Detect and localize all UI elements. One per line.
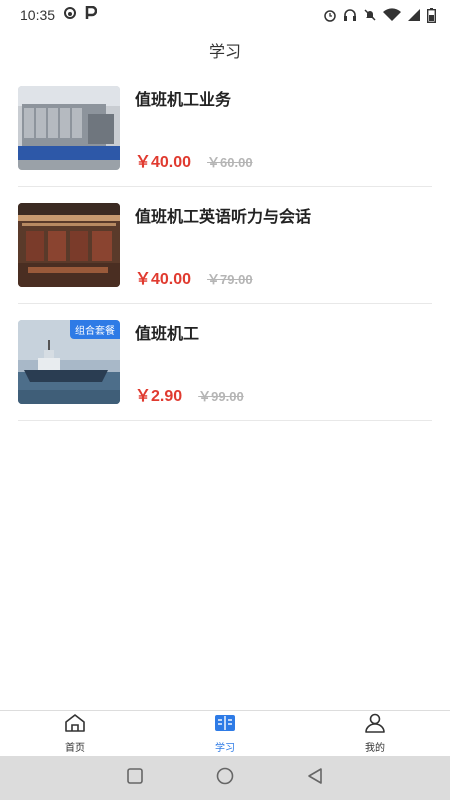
- course-title: 值班机工英语听力与会话: [135, 207, 312, 226]
- original-price: ￥60.00: [207, 155, 253, 170]
- price-row: ￥2.90 ￥99.00: [135, 382, 244, 406]
- page-title: 学习: [208, 42, 241, 61]
- course-item[interactable]: 值班机工英语听力与会话 ￥40.00 ￥79.00: [18, 187, 432, 304]
- wifi-icon: [383, 8, 401, 22]
- original-price: ￥79.00: [207, 272, 253, 287]
- course-item[interactable]: 值班机工业务 ￥40.00 ￥60.00: [18, 70, 432, 187]
- home-button[interactable]: [215, 766, 235, 790]
- recents-button[interactable]: [126, 767, 144, 789]
- tab-label: 我的: [365, 743, 385, 754]
- mute-icon: [363, 8, 377, 22]
- price-row: ￥40.00 ￥60.00: [135, 148, 253, 172]
- course-list: 值班机工业务 ￥40.00 ￥60.00 值班机工英语听力与会话 ￥40.00 …: [18, 70, 432, 421]
- current-price: ￥40.00: [135, 271, 192, 288]
- title-bar: 学习: [0, 30, 450, 70]
- tab-profile[interactable]: 我的: [300, 711, 450, 756]
- course-title: 值班机工业务: [135, 90, 232, 109]
- current-price: ￥40.00: [135, 154, 192, 171]
- tab-home[interactable]: 首页: [0, 711, 150, 756]
- screen: 10:35 学习 值班机工业务 ￥40.00 ￥60.00 值班机工英语听力与会…: [0, 0, 450, 800]
- course-title: 值班机工: [135, 324, 200, 343]
- home-icon: [64, 713, 86, 737]
- parking-icon: [85, 5, 98, 24]
- tab-study[interactable]: 学习: [150, 711, 300, 756]
- status-time: 10:35: [20, 7, 56, 23]
- book-icon: [214, 713, 236, 737]
- course-thumbnail-engine[interactable]: [18, 86, 120, 170]
- course-thumbnail-ship[interactable]: 组合套餐: [18, 320, 120, 404]
- tab-label: 首页: [65, 743, 85, 754]
- weibo-icon: [63, 6, 77, 24]
- course-thumbnail-engine-room[interactable]: [18, 203, 120, 287]
- alarm-icon: [323, 8, 337, 22]
- bottom-tab-bar: 首页 学习 我的: [0, 710, 450, 756]
- price-row: ￥40.00 ￥79.00: [135, 265, 253, 289]
- back-button[interactable]: [306, 767, 324, 789]
- system-nav-bar: [0, 756, 450, 800]
- user-icon: [364, 713, 386, 737]
- course-item[interactable]: 组合套餐 值班机工 ￥2.90 ￥99.00: [18, 304, 432, 421]
- tab-label: 学习: [215, 743, 235, 754]
- status-bar: 10:35: [0, 0, 450, 30]
- current-price: ￥2.90: [135, 388, 183, 405]
- signal-icon: [407, 8, 421, 22]
- headset-icon: [343, 8, 357, 22]
- battery-icon: [427, 7, 436, 23]
- original-price: ￥99.00: [198, 389, 244, 404]
- combo-badge: 组合套餐: [70, 320, 120, 339]
